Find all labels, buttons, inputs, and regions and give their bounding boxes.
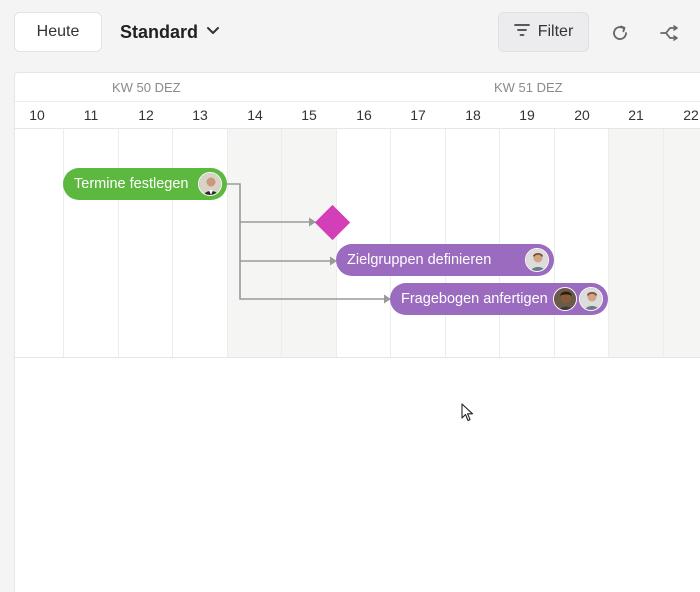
day-label: 14 bbox=[247, 107, 263, 123]
avatar bbox=[525, 248, 549, 272]
task-label: Fragebogen anfertigen bbox=[401, 291, 548, 307]
day-label: 20 bbox=[574, 107, 590, 123]
avatar bbox=[553, 287, 577, 311]
day-header: 10 11 12 13 14 15 16 17 18 19 20 21 22 bbox=[15, 101, 700, 129]
day-column bbox=[118, 129, 172, 357]
day-column bbox=[554, 129, 608, 357]
filter-icon bbox=[513, 23, 530, 42]
day-label: 11 bbox=[83, 107, 99, 123]
day-column bbox=[390, 129, 445, 357]
day-column bbox=[63, 129, 118, 357]
filter-button[interactable]: Filter bbox=[498, 12, 589, 52]
week-label-kw51: KW 51 DEZ bbox=[494, 80, 563, 95]
day-column bbox=[336, 129, 390, 357]
day-column-weekend bbox=[281, 129, 336, 357]
day-column-weekend bbox=[227, 129, 281, 357]
day-label: 13 bbox=[192, 107, 208, 123]
today-button[interactable]: Heute bbox=[14, 12, 102, 52]
week-label-kw50: KW 50 DEZ bbox=[112, 80, 181, 95]
day-label: 16 bbox=[356, 107, 372, 123]
week-header: KW 50 DEZ KW 51 DEZ bbox=[15, 73, 700, 102]
day-column bbox=[445, 129, 499, 357]
task-label: Termine festlegen bbox=[74, 176, 189, 192]
task-bar-fragebogen-anfertigen[interactable]: Fragebogen anfertigen bbox=[390, 283, 608, 315]
dependencies-icon[interactable] bbox=[657, 20, 683, 46]
task-label: Zielgruppen definieren bbox=[347, 252, 492, 268]
task-bar-termine-festlegen[interactable]: Termine festlegen bbox=[63, 168, 227, 200]
mouse-cursor-icon bbox=[461, 403, 475, 423]
day-column bbox=[499, 129, 554, 357]
day-column-weekend bbox=[663, 129, 700, 357]
toolbar: Heute Standard Filter bbox=[0, 0, 700, 66]
filter-label: Filter bbox=[537, 23, 574, 40]
avatar bbox=[198, 172, 222, 196]
day-column-weekend bbox=[608, 129, 663, 357]
day-label: 10 bbox=[29, 107, 45, 123]
day-label: 15 bbox=[301, 107, 317, 123]
task-bar-zielgruppen-definieren[interactable]: Zielgruppen definieren bbox=[336, 244, 554, 276]
refresh-icon[interactable] bbox=[607, 20, 633, 46]
day-column bbox=[172, 129, 227, 357]
day-label: 12 bbox=[138, 107, 154, 123]
gantt-panel: KW 50 DEZ KW 51 DEZ 10 11 12 13 14 15 16… bbox=[14, 72, 700, 592]
day-label: 19 bbox=[519, 107, 535, 123]
day-label: 21 bbox=[628, 107, 644, 123]
view-selector[interactable]: Standard bbox=[120, 20, 220, 44]
view-selector-label: Standard bbox=[120, 21, 199, 42]
day-label: 22 bbox=[683, 107, 699, 123]
day-label: 17 bbox=[410, 107, 426, 123]
avatar bbox=[579, 287, 603, 311]
chevron-down-icon bbox=[206, 23, 220, 41]
day-label: 18 bbox=[465, 107, 481, 123]
